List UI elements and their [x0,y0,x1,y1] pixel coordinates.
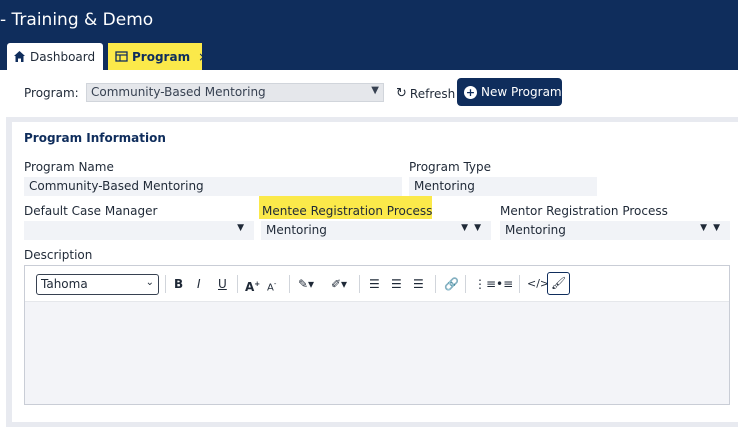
refresh-button[interactable]: ↻ Refresh [396,86,455,101]
plus-circle-icon: + [464,85,477,99]
case-manager-label: Default Case Manager [24,204,158,218]
bold-button[interactable]: B [174,276,183,292]
underline-button[interactable]: U [218,276,227,292]
tab-dashboard[interactable]: Dashboard [7,43,103,70]
refresh-button-label: Refresh [409,86,456,101]
tab-dashboard-label: Dashboard [30,49,96,64]
description-editor[interactable]: Tahoma ⌄ B I U A+ A- ✎▾ ✐▾ ☰ ☰ ☰ 🔗 ⋮≡ •≡… [24,265,730,405]
chevron-down-icon: ▼▼ [700,223,726,233]
link-icon[interactable]: 🔗 [444,276,459,292]
program-type-label: Program Type [409,160,492,174]
code-view-icon[interactable]: </> [527,276,549,292]
refresh-icon: ↻ [396,86,407,101]
toolbar-divider [165,275,166,293]
bullet-list-icon[interactable]: •≡ [496,276,513,292]
case-manager-select[interactable]: ▼ [24,221,254,240]
font-family-value: Tahoma [41,277,88,291]
highlight-color-icon[interactable]: ✐▾ [331,276,347,292]
italic-button[interactable]: I [197,276,201,292]
mentee-registration-label: Mentee Registration Process [259,196,432,219]
chevron-down-icon: ▼ [371,85,379,96]
toolbar-divider [465,275,466,293]
new-program-button[interactable]: + New Program [457,78,562,106]
numbered-list-icon[interactable]: ⋮≡ [474,276,496,292]
app-title: - Training & Demo [0,10,154,30]
mentor-registration-label: Mentor Registration Process [500,204,668,218]
font-size-increase-icon[interactable]: A+ [245,276,260,294]
toolbar-divider [289,275,290,293]
mentee-registration-select[interactable]: Mentoring ▼▼ [261,221,491,240]
align-right-icon[interactable]: ☰ [413,276,424,292]
font-family-select[interactable]: Tahoma ⌄ [36,274,159,295]
chevron-down-icon: ▼ [237,223,250,233]
toolbar-divider [237,275,238,293]
align-center-icon[interactable]: ☰ [391,276,402,292]
clear-format-icon[interactable]: 🖌 [547,272,570,295]
toolbar-divider [435,275,436,293]
program-select-value: Community-Based Mentoring [91,85,266,99]
chevron-down-icon: ⌄ [145,277,154,288]
mentor-registration-value: Mentoring [505,223,566,237]
toolbar-divider [519,275,520,293]
mentee-registration-value: Mentoring [266,223,327,237]
toolbar-divider [359,275,360,293]
program-select-label: Program: [24,86,79,100]
editor-toolbar: Tahoma ⌄ B I U A+ A- ✎▾ ✐▾ ☰ ☰ ☰ 🔗 ⋮≡ •≡… [25,266,729,302]
program-name-label: Program Name [24,160,114,174]
chevron-down-icon: ▼▼ [461,223,487,233]
tab-program-label: Program [132,49,191,64]
description-label: Description [24,248,93,262]
close-icon[interactable]: × [198,50,208,64]
home-icon [13,50,26,63]
section-title: Program Information [24,131,166,145]
font-size-decrease-icon[interactable]: A- [267,276,276,293]
program-select[interactable]: Community-Based Mentoring ▼ [86,83,384,102]
mentor-registration-select[interactable]: Mentoring ▼▼ [500,221,730,240]
text-color-icon[interactable]: ✎▾ [298,276,314,292]
program-name-field[interactable]: Community-Based Mentoring [24,177,402,196]
new-program-button-label: New Program [481,85,562,99]
program-type-field[interactable]: Mentoring [409,177,597,196]
align-left-icon[interactable]: ☰ [369,276,380,292]
table-icon [115,50,128,63]
tab-program[interactable]: Program × [108,43,208,70]
